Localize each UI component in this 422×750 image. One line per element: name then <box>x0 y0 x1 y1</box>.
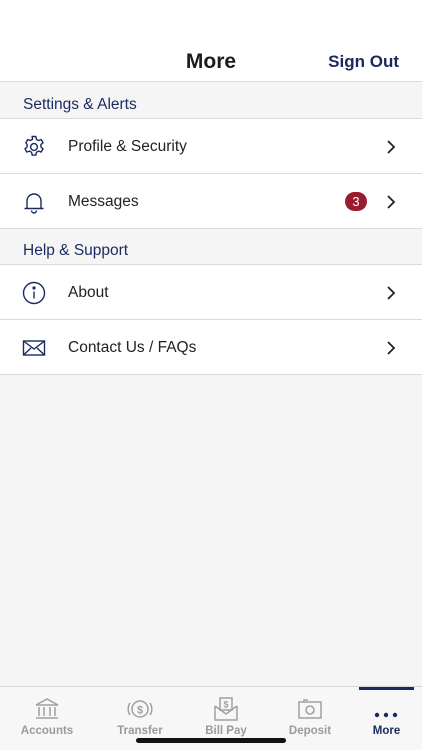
info-icon <box>21 280 47 306</box>
menu-item-contact-faqs[interactable]: Contact Us / FAQs <box>0 320 422 375</box>
tab-label: Accounts <box>20 725 74 737</box>
sign-out-button[interactable]: Sign Out <box>328 52 399 72</box>
section-title: Settings & Alerts <box>23 96 137 113</box>
bell-icon <box>21 189 47 215</box>
section-header-settings: Settings & Alerts <box>0 83 422 119</box>
tab-accounts[interactable]: Accounts <box>5 687 89 750</box>
section-header-help: Help & Support <box>0 229 422 265</box>
menu-item-about[interactable]: About <box>0 265 422 320</box>
tab-label: Bill Pay <box>205 725 247 737</box>
transfer-icon: $ <box>125 697 155 721</box>
svg-text:$: $ <box>223 700 228 710</box>
chevron-right-icon <box>386 194 396 210</box>
tab-label: More <box>372 725 401 737</box>
menu-item-label: Profile & Security <box>68 138 187 155</box>
unread-count-badge: 3 <box>345 192 367 211</box>
top-header: More Sign Out <box>0 0 422 82</box>
camera-icon <box>295 697 325 721</box>
section-title: Help & Support <box>23 242 129 259</box>
tab-label: Deposit <box>288 725 332 737</box>
more-dots-icon <box>371 697 401 721</box>
active-tab-indicator <box>359 687 414 690</box>
menu-item-messages[interactable]: Messages 3 <box>0 174 422 229</box>
menu-item-profile-security[interactable]: Profile & Security <box>0 119 422 174</box>
gear-icon <box>21 134 47 160</box>
bank-icon <box>32 697 62 721</box>
home-indicator <box>136 738 286 743</box>
menu-item-label: About <box>68 284 109 301</box>
tab-more[interactable]: More <box>359 687 414 750</box>
chevron-right-icon <box>386 139 396 155</box>
envelope-icon <box>21 335 47 361</box>
svg-text:$: $ <box>137 705 143 717</box>
bill-pay-icon: $ <box>211 697 241 721</box>
chevron-right-icon <box>386 285 396 301</box>
chevron-right-icon <box>386 340 396 356</box>
tab-label: Transfer <box>117 725 163 737</box>
menu-item-label: Contact Us / FAQs <box>68 339 197 356</box>
menu-item-label: Messages <box>68 193 139 210</box>
